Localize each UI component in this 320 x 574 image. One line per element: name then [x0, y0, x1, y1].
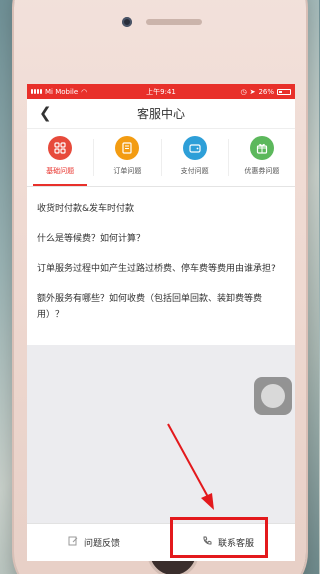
annotation-arrow	[167, 423, 214, 510]
annotation-highlight-box	[170, 517, 268, 558]
